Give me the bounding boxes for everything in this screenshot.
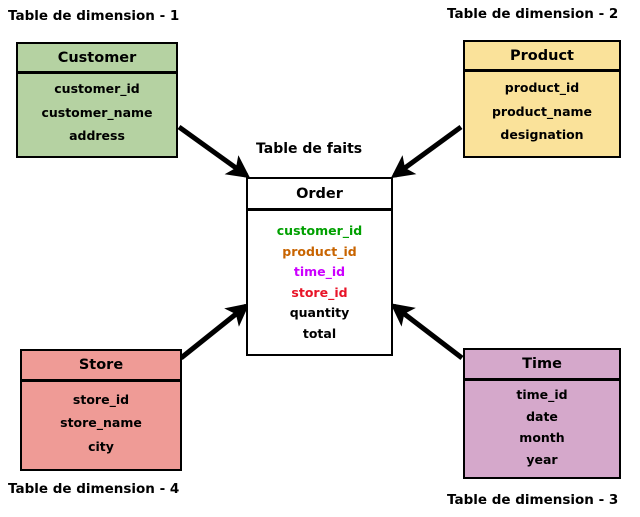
entity-customer-title: Customer [18,44,176,74]
field-customer-id: customer_id [54,81,140,97]
field-customer-name: customer_name [41,104,153,120]
field-time-id: time_id [516,387,568,402]
entity-customer: Customer customer_id customer_name addre… [16,42,178,158]
field-store-id: store_id [72,391,130,407]
field-store-name: store_name [60,415,142,431]
field-product-name: product_name [491,103,593,119]
field-time-date: date [526,408,558,424]
field-customer-address: address [69,128,125,144]
entity-customer-fields: customer_id customer_name address [18,74,176,156]
entity-time: Time time_id date month year [463,348,621,479]
entity-time-fields: time_id date month year [465,381,619,477]
arrow-store-to-order [179,303,250,360]
field-order-product-id: product_id [282,243,357,259]
caption-dimension-3: Table de dimension - 3 [447,492,619,508]
caption-dimension-2: Table de dimension - 2 [447,6,619,22]
field-product-designation: designation [500,127,584,143]
entity-time-title: Time [465,350,619,381]
star-schema-diagram: Table de dimension - 1 Table de dimensio… [0,0,640,517]
caption-dimension-1: Table de dimension - 1 [8,8,180,24]
field-order-total: total [302,325,337,341]
arrow-product-to-order [390,124,463,179]
field-order-time-id: time_id [293,264,346,279]
entity-order-fields: customer_id product_id time_id store_idquan… [248,211,391,354]
caption-fact-table: Table de faits [256,141,363,157]
field-order-customer-id: customer_id [276,223,363,238]
arrow-time-to-order [390,303,464,360]
entity-product-title: Product [465,42,619,72]
field-time-year: year [526,451,558,467]
arrow-customer-to-order [177,124,251,179]
field-time-month: month [519,430,565,445]
field-product-id: product_id [504,80,580,96]
entity-order-fact-table: Order customer_id product_id time_id store_… [246,177,393,356]
field-order-quantity: quantity [289,305,350,320]
entity-store-title: Store [22,351,180,382]
caption-dimension-4: Table de dimension - 4 [8,481,180,497]
field-order-store-id: store_id [291,284,348,300]
field-store-city: city [88,438,114,454]
entity-store-fields: store_id store_name city [22,382,180,469]
entity-product: Product product_id product_name designat… [463,40,621,158]
entity-product-fields: product_id product_name designation [465,72,619,156]
entity-order-title: Order [248,179,391,211]
entity-store: Store store_id store_name city [20,349,182,471]
